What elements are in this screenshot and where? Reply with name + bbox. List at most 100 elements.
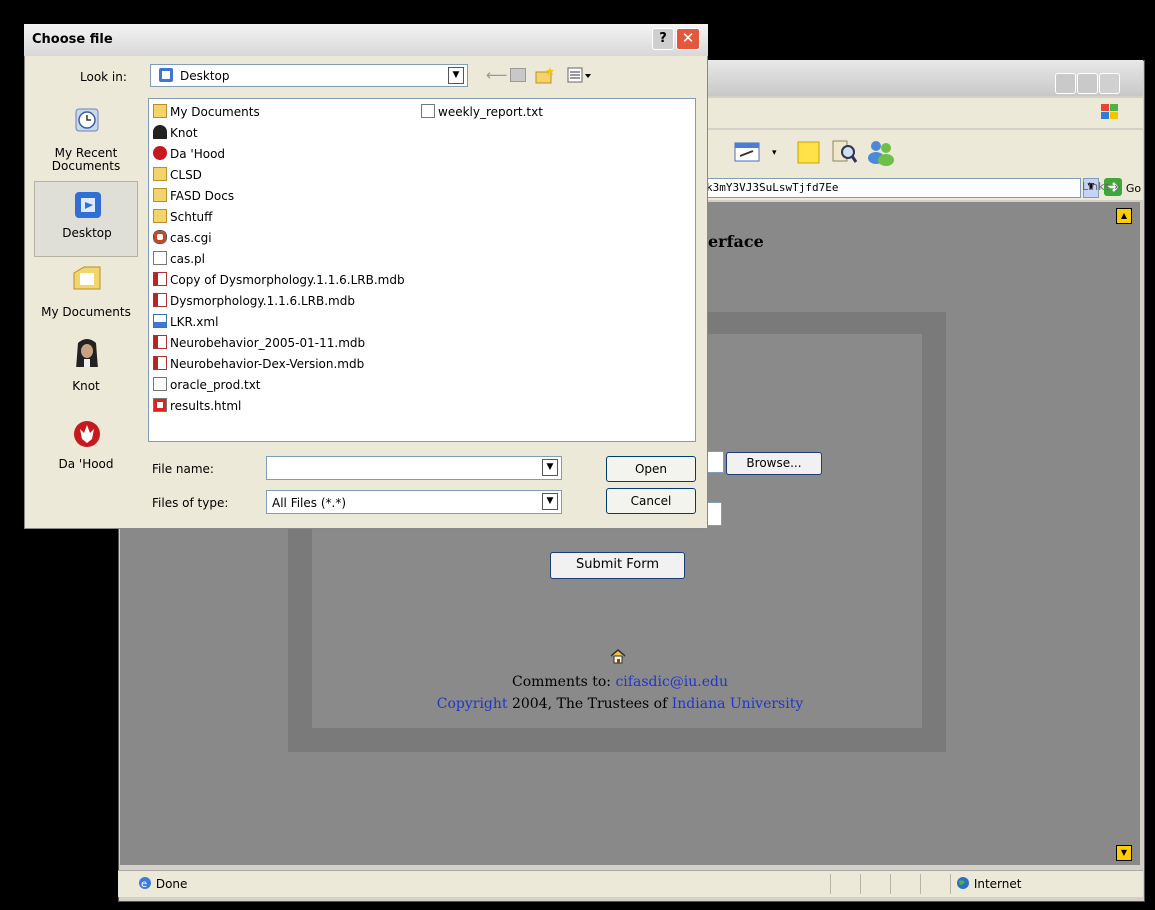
file-list-item-label: CLSD xyxy=(170,168,202,182)
desktop-icon xyxy=(75,192,101,218)
file-list-item[interactable]: Copy of Dysmorphology.1.1.6.LRB.mdb xyxy=(153,271,405,289)
text-input[interactable] xyxy=(706,502,722,526)
my-documents-icon xyxy=(73,266,101,290)
address-input[interactable]: k3mY3VJ3SuLswTjfd7Ee xyxy=(703,178,1081,198)
file-list-item[interactable]: FASD Docs xyxy=(153,187,234,205)
globe-icon xyxy=(957,877,969,889)
file-list-item[interactable]: Schtuff xyxy=(153,208,212,226)
indiana-university-link[interactable]: Indiana University xyxy=(672,696,804,712)
close-button[interactable] xyxy=(1099,73,1120,94)
access-db-icon xyxy=(153,293,167,307)
file-list-item[interactable]: LKR.xml xyxy=(153,313,218,331)
windows-flag-icon xyxy=(1100,102,1120,122)
chevron-down-icon[interactable]: ▼ xyxy=(542,493,558,510)
folder-icon xyxy=(153,167,167,181)
close-icon: ✕ xyxy=(681,29,695,47)
file-list-item-label: Neurobehavior-Dex-Version.mdb xyxy=(170,357,365,371)
open-button[interactable]: Open xyxy=(606,456,696,482)
maximize-button[interactable] xyxy=(1077,73,1098,94)
copyright-link[interactable]: Copyright xyxy=(437,696,508,712)
file-path-input[interactable] xyxy=(706,451,724,473)
research-icon[interactable] xyxy=(830,138,858,166)
file-list-item-label: My Documents xyxy=(170,105,260,119)
file-name-label: File name: xyxy=(152,462,214,476)
links-button[interactable]: Links » xyxy=(1082,180,1121,193)
file-list-item[interactable]: Da 'Hood xyxy=(153,145,225,163)
access-db-icon xyxy=(153,272,167,286)
edit-icon[interactable] xyxy=(733,140,763,164)
comments-line: Comments to: cifasdic@iu.edu xyxy=(0,674,1155,690)
file-list-item[interactable]: results.html xyxy=(153,397,241,415)
folder-icon xyxy=(153,188,167,202)
sticky-note-icon[interactable] xyxy=(796,140,822,166)
chevron-down-icon[interactable]: ▼ xyxy=(448,67,464,84)
file-list-item-label: Neurobehavior_2005-01-11.mdb xyxy=(170,336,366,350)
dropdown-arrow-icon[interactable]: ▾ xyxy=(772,148,777,158)
file-list-item-label: LKR.xml xyxy=(170,315,219,329)
text-file-icon xyxy=(153,377,167,391)
file-list-item[interactable]: CLSD xyxy=(153,166,202,184)
desktop-icon xyxy=(158,67,174,83)
view-menu-icon[interactable] xyxy=(566,66,592,87)
file-list-item[interactable]: Dysmorphology.1.1.6.LRB.mdb xyxy=(153,292,355,310)
file-list-item[interactable]: Neurobehavior_2005-01-11.mdb xyxy=(153,334,365,352)
cancel-button[interactable]: Cancel xyxy=(606,488,696,514)
comments-prefix: Comments to: xyxy=(511,674,616,690)
submit-form-button[interactable]: Submit Form xyxy=(550,552,685,579)
file-list-item[interactable]: Knot xyxy=(153,124,198,142)
place-label: Da 'Hood xyxy=(58,457,114,471)
places-bar: My Recent Documents Desktop My Documents… xyxy=(34,95,142,507)
messenger-icon[interactable] xyxy=(866,138,896,166)
file-list-item[interactable]: cas.cgi xyxy=(153,229,212,247)
copyright-line: Copyright 2004, The Trustees of Indiana … xyxy=(0,696,1155,712)
file-list[interactable]: My Documents Knot Da 'Hood CLSD FASD Docs Sch… xyxy=(148,98,696,442)
access-db-icon xyxy=(153,335,167,349)
text-file-icon xyxy=(153,251,167,265)
look-in-label: Look in: xyxy=(80,70,127,84)
file-list-item[interactable]: Neurobehavior-Dex-Version.mdb xyxy=(153,355,364,373)
file-list-item[interactable]: weekly_report.txt xyxy=(421,103,543,121)
minimize-button[interactable] xyxy=(1055,73,1076,94)
file-list-item-label: Da 'Hood xyxy=(170,147,226,161)
place-my-recent-documents[interactable]: My Recent Documents xyxy=(34,97,138,181)
files-of-type-value: All Files (*.*) xyxy=(272,496,347,510)
file-list-item[interactable]: My Documents xyxy=(153,103,260,121)
opera-html-icon xyxy=(153,398,167,412)
help-button[interactable]: ? xyxy=(652,28,674,50)
scroll-down-button[interactable]: ▼ xyxy=(1116,845,1132,861)
home-icon[interactable] xyxy=(610,648,626,664)
status-separator xyxy=(830,874,831,894)
knot-avatar-icon xyxy=(153,125,167,139)
place-label: My Recent Documents xyxy=(51,146,121,173)
up-folder-icon[interactable] xyxy=(510,68,526,82)
comments-email-link[interactable]: cifasdic@iu.edu xyxy=(615,674,728,690)
place-desktop[interactable]: Desktop xyxy=(34,181,138,257)
status-separator xyxy=(860,874,861,894)
access-db-icon xyxy=(153,356,167,370)
chevron-down-icon[interactable]: ▼ xyxy=(542,459,558,476)
copyright-text: 2004, The Trustees of xyxy=(507,696,672,712)
security-zone: Internet xyxy=(956,876,1021,891)
chevron-right-icon: » xyxy=(1113,180,1121,193)
place-label: Knot xyxy=(72,379,100,393)
browse-button[interactable]: Browse... xyxy=(726,452,822,475)
text-file-icon xyxy=(421,104,435,118)
dialog-close-button[interactable]: ✕ xyxy=(676,28,700,50)
place-my-documents[interactable]: My Documents xyxy=(34,259,138,331)
file-list-item-label: Schtuff xyxy=(170,210,213,224)
look-in-value: Desktop xyxy=(180,69,230,83)
scroll-up-button[interactable]: ▲ xyxy=(1116,208,1132,224)
place-da-hood[interactable]: Da 'Hood xyxy=(34,415,138,487)
file-list-item-label: FASD Docs xyxy=(170,189,235,203)
new-folder-icon[interactable] xyxy=(534,66,556,87)
file-list-item-label: Dysmorphology.1.1.6.LRB.mdb xyxy=(170,294,355,308)
ie-page-icon: e xyxy=(139,877,151,890)
status-separator xyxy=(890,874,891,894)
page-title: erface xyxy=(708,232,764,251)
back-arrow-icon[interactable]: ⟵ xyxy=(486,66,508,84)
go-label: Go xyxy=(1125,182,1142,195)
file-list-item[interactable]: cas.pl xyxy=(153,250,205,268)
file-name-input[interactable] xyxy=(266,456,562,480)
place-knot[interactable]: Knot xyxy=(34,335,138,407)
file-list-item[interactable]: oracle_prod.txt xyxy=(153,376,261,394)
